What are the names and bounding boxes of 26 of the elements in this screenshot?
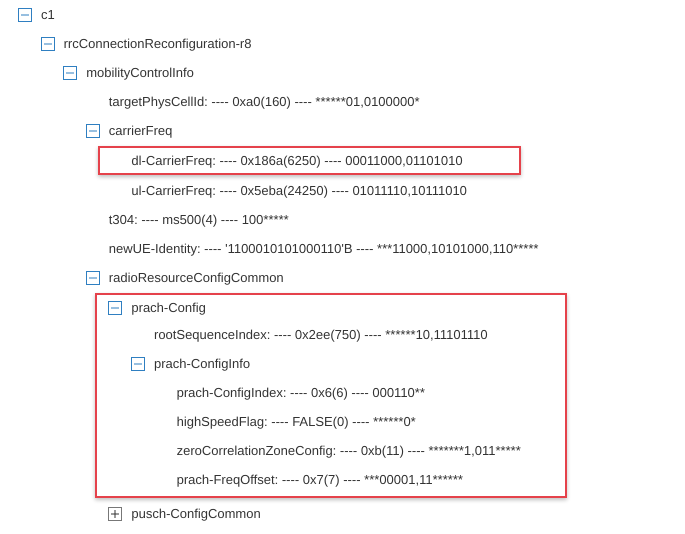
field-value-text: targetPhysCellId: ---- 0xa0(160) ---- ******01,0100000* [108,92,420,111]
tree-node-label[interactable]: radioResourceConfigCommon [108,268,284,288]
collapse-icon[interactable] [86,270,100,284]
field-value-text: dl-CarrierFreq: ---- 0x186a(6250) ---- 00011000,01101010 [131,152,463,170]
tree-node-label[interactable]: mobilityControlInfo [86,62,194,82]
tree-node-label[interactable]: pusch-ConfigCommon [131,504,261,524]
tree-node-label[interactable]: carrierFreq [108,120,172,140]
tree-node-label[interactable]: prach-Config [131,298,206,318]
field-value-text: rootSequenceIndex: ---- 0x2ee(750) ---- ******10,11101110 [154,326,488,344]
expand-icon[interactable] [108,506,122,520]
collapse-icon[interactable] [86,124,100,138]
tree-node-label[interactable]: c1 [41,4,55,24]
field-value-text: highSpeedFlag: ---- FALSE(0) ---- ******0* [176,412,416,431]
field-value-text: prach-FreqOffset: ---- 0x7(7) ---- ***00001,11****** [176,470,463,489]
collapse-icon[interactable] [108,300,122,314]
field-value-text: zeroCorrelationZoneConfig: ---- 0xb(11) ---- *******1,011***** [176,442,521,460]
tree-node-label[interactable]: rrcConnectionReconfiguration-r8 [64,34,252,54]
field-value-text: prach-ConfigIndex: ---- 0x6(6) ---- 000110** [176,384,425,402]
field-value-text: ul-CarrierFreq: ---- 0x5eba(24250) ---- 01011110,10111010 [131,182,467,200]
collapse-icon[interactable] [63,66,78,80]
field-value-text: newUE-Identity: ---- '1100010101000110'B ---- ***11000,10101000,110***** [108,240,538,258]
tree-node-label[interactable]: prach-ConfigInfo [154,354,250,374]
collapse-icon[interactable] [40,36,55,50]
collapse-icon[interactable] [18,8,32,22]
collapse-icon[interactable] [131,356,145,370]
field-value-text: t304: ---- ms500(4) ---- 100***** [108,210,289,229]
